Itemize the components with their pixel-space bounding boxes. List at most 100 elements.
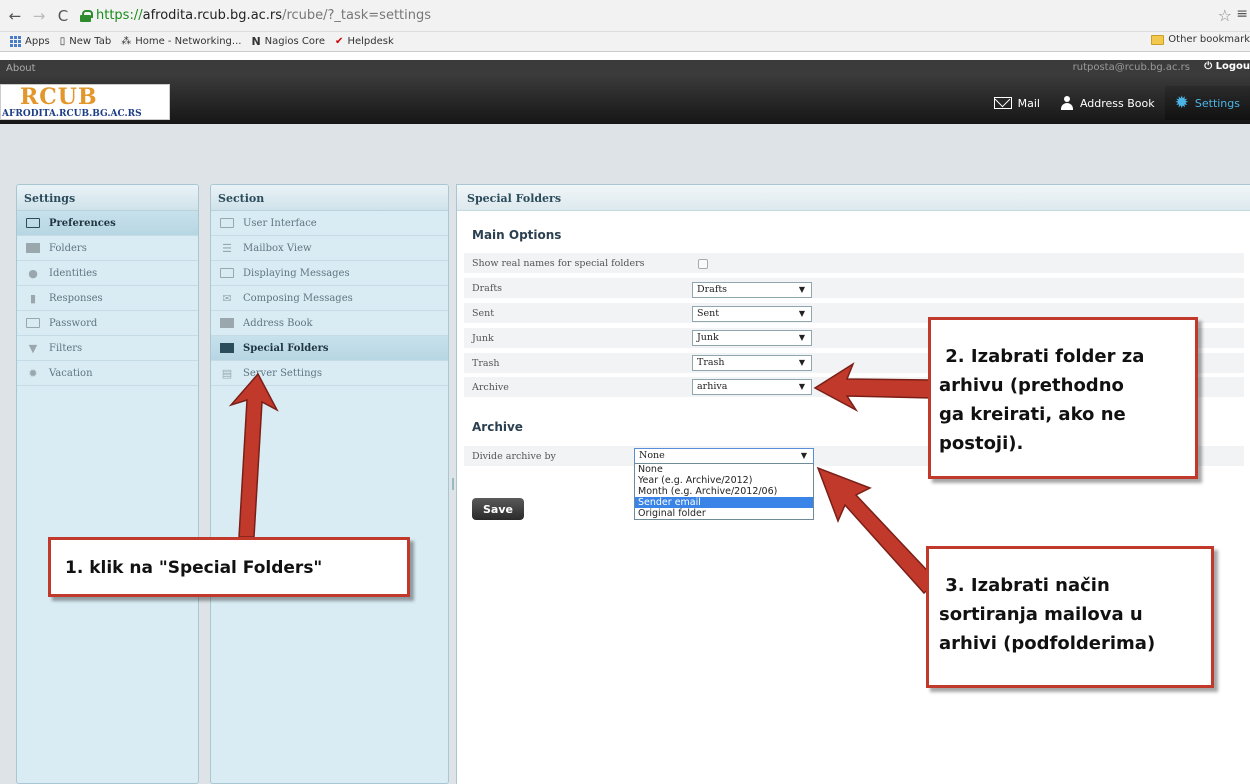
settings-item-filters[interactable]: ▼ Filters	[17, 336, 198, 361]
nav-settings-label: Settings	[1194, 96, 1240, 110]
list-icon: ☰	[222, 241, 232, 255]
nav-mail-label: Mail	[1017, 96, 1040, 110]
about-link[interactable]: About	[6, 63, 36, 74]
settings-item-responses[interactable]: ▮ Responses	[17, 286, 198, 311]
archive-select[interactable]: arhiva ▼	[692, 379, 812, 395]
settings-item-preferences[interactable]: Preferences	[17, 211, 198, 236]
dropdown-option-highlighted[interactable]: Sender email	[635, 497, 813, 508]
document-icon: ▮	[29, 291, 37, 305]
chevron-down-icon: ▼	[798, 358, 805, 367]
folder-icon	[219, 342, 235, 354]
bookmark-label: Home - Networking...	[135, 36, 242, 47]
bookmark-label: Helpdesk	[347, 36, 394, 47]
section-item-mailbox-view[interactable]: ☰ Mailbox View	[211, 236, 448, 261]
chevron-down-icon: ▼	[800, 451, 807, 460]
dropdown-option[interactable]: Original folder	[635, 508, 813, 519]
gear-icon: ✹	[28, 366, 38, 380]
bookmark-apps[interactable]: Apps	[10, 36, 50, 47]
bookmark-home-networking[interactable]: ⁂ Home - Networking...	[121, 36, 241, 47]
settings-item-folders[interactable]: Folders	[17, 236, 198, 261]
section-item-special-folders[interactable]: Special Folders	[211, 336, 448, 361]
bookmark-label: New Tab	[69, 36, 112, 47]
settings-panel-title: Settings	[17, 185, 198, 211]
divide-archive-select[interactable]: None ▼	[634, 448, 814, 464]
mail-icon	[993, 97, 1012, 109]
bookmark-helpdesk[interactable]: ✔ Helpdesk	[335, 36, 394, 47]
main-options-title: Main Options	[472, 228, 562, 242]
select-value: Junk	[697, 332, 719, 343]
url-field[interactable]: https://afrodita.rcub.bg.ac.rs/rcube/?_t…	[80, 8, 431, 23]
nav-settings[interactable]: ✹ Settings	[1164, 86, 1250, 120]
settings-item-identities[interactable]: ● Identities	[17, 261, 198, 286]
helpdesk-icon: ✔	[335, 36, 344, 47]
section-item-address-book[interactable]: Address Book	[211, 311, 448, 336]
junk-select[interactable]: Junk ▼	[692, 330, 812, 346]
section-panel-title: Section	[211, 185, 448, 211]
section-panel: Section User Interface ☰ Mailbox View Dis…	[210, 184, 449, 784]
logout-button[interactable]: ⏻ Logou	[1204, 61, 1250, 72]
note-line: sortiranja mailova u	[939, 604, 1143, 625]
bookmark-label: Nagios Core	[264, 36, 326, 47]
section-item-label: Special Folders	[243, 342, 329, 354]
annotation-note-1: 1. klik na "Special Folders"	[48, 537, 410, 597]
content-title: Special Folders	[457, 185, 1250, 211]
settings-item-label: Filters	[49, 342, 83, 354]
address-bar: ← → C https://afrodita.rcub.bg.ac.rs/rcu…	[0, 0, 1250, 32]
bookmark-nagios[interactable]: N Nagios Core	[251, 35, 325, 48]
archive-title: Archive	[472, 420, 523, 434]
option-row: Drafts	[464, 278, 1244, 300]
settings-item-label: Preferences	[49, 217, 116, 229]
chevron-down-icon: ▼	[798, 309, 805, 318]
logo-subtitle: AFRODITA.RCUB.BG.AC.RS	[2, 109, 142, 119]
apps-icon	[10, 36, 21, 47]
drafts-select[interactable]: Drafts ▼	[692, 282, 812, 298]
settings-item-vacation[interactable]: ✹ Vacation	[17, 361, 198, 386]
bookmark-star-icon[interactable]: ☆	[1218, 6, 1232, 25]
dropdown-option[interactable]: None	[635, 464, 813, 475]
section-item-user-interface[interactable]: User Interface	[211, 211, 448, 236]
nav-mail[interactable]: Mail	[984, 86, 1050, 120]
forward-icon[interactable]: →	[30, 7, 48, 25]
nav-address-book-label: Address Book	[1079, 96, 1155, 110]
reload-icon[interactable]: C	[54, 7, 72, 25]
bookmarks-bar: Apps ▯ New Tab ⁂ Home - Networking... N Nag…	[0, 32, 1250, 52]
back-icon[interactable]: ←	[6, 7, 24, 25]
annotation-note-3: 3. Izabrati način sortiranja mailova u a…	[926, 546, 1214, 688]
top-navigation: Mail Address Book ✹ Settings	[984, 86, 1250, 120]
option-label: Show real names for special folders	[472, 257, 645, 269]
settings-item-password[interactable]: Password	[17, 311, 198, 336]
select-value: Drafts	[697, 284, 728, 295]
select-value: None	[639, 450, 665, 461]
dropdown-option[interactable]: Year (e.g. Archive/2012)	[635, 475, 813, 486]
nav-address-book[interactable]: Address Book	[1050, 86, 1165, 120]
dropdown-option[interactable]: Month (e.g. Archive/2012/06)	[635, 486, 813, 497]
other-bookmarks[interactable]: Other bookmark	[1151, 34, 1250, 45]
section-item-composing-messages[interactable]: ✉ Composing Messages	[211, 286, 448, 311]
show-real-names-checkbox[interactable]	[698, 259, 708, 269]
section-item-displaying-messages[interactable]: Displaying Messages	[211, 261, 448, 286]
trash-select[interactable]: Trash ▼	[692, 355, 812, 371]
panel-splitter[interactable]	[452, 478, 454, 490]
option-label: Junk	[472, 332, 494, 344]
top-line: About rutposta@rcub.bg.ac.rs ⏻ Logou	[0, 60, 1250, 76]
settings-panel: Settings Preferences Folders ● Identities…	[16, 184, 199, 784]
person-icon: ●	[28, 266, 38, 280]
save-button[interactable]: Save	[472, 498, 524, 520]
option-label: Archive	[472, 381, 509, 393]
other-bookmarks-label: Other bookmark	[1168, 34, 1250, 45]
menu-icon[interactable]: ≡	[1236, 6, 1248, 22]
note-line: 3. Izabrati način	[939, 575, 1110, 596]
select-value: Sent	[697, 308, 720, 319]
username: rutposta@rcub.bg.ac.rs	[1072, 62, 1190, 73]
bookmark-label: Apps	[25, 36, 50, 47]
logo-text: RCUB	[20, 84, 98, 110]
bookmark-new-tab[interactable]: ▯ New Tab	[60, 36, 111, 47]
section-item-server-settings[interactable]: ▤ Server Settings	[211, 361, 448, 386]
divide-archive-dropdown: None Year (e.g. Archive/2012) Month (e.g…	[634, 463, 814, 520]
chevron-down-icon: ▼	[798, 333, 805, 342]
note-line: arhivu (prethodno	[939, 375, 1124, 396]
message-icon	[219, 267, 235, 279]
section-item-label: Address Book	[243, 317, 313, 329]
select-value: arhiva	[697, 381, 728, 392]
sent-select[interactable]: Sent ▼	[692, 306, 812, 322]
